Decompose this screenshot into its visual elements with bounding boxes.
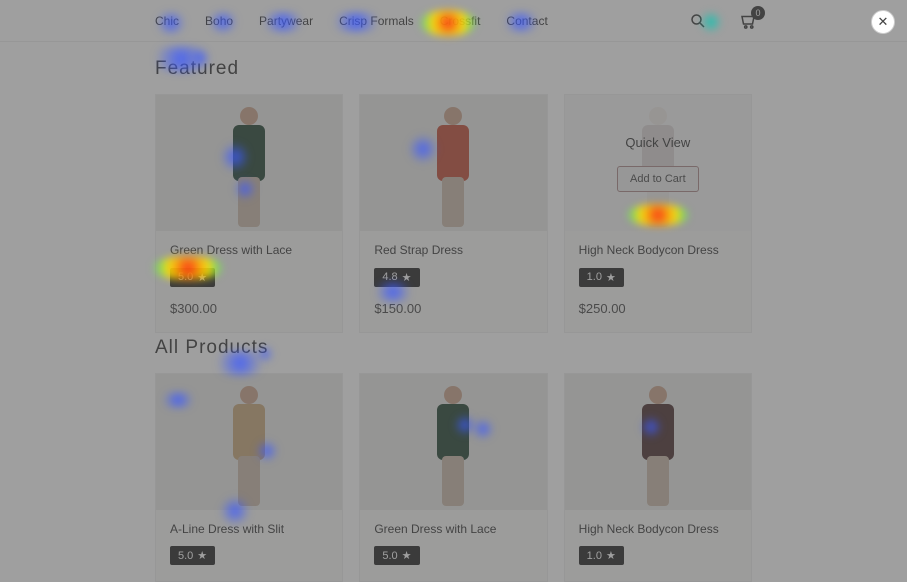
rating-value: 5.0 — [178, 550, 193, 562]
star-icon: ★ — [402, 549, 412, 562]
nav-boho[interactable]: Boho — [205, 14, 233, 28]
rating-value: 1.0 — [587, 550, 602, 562]
star-icon: ★ — [606, 271, 616, 284]
product-card[interactable]: High Neck Bodycon Dress 1.0 ★ — [564, 373, 752, 582]
all-products-heading: All Products — [155, 337, 752, 359]
cart-count-badge: 0 — [751, 6, 765, 20]
product-image — [360, 95, 546, 231]
star-icon: ★ — [402, 271, 412, 284]
product-image — [565, 374, 751, 510]
featured-heading: Featured — [155, 58, 752, 80]
product-card-body: A-Line Dress with Slit 5.0 ★ — [156, 510, 342, 582]
quick-view-label[interactable]: Quick View — [625, 135, 690, 150]
star-icon: ★ — [197, 549, 207, 562]
product-card-body: Red Strap Dress 4.8 ★ $150.00 — [360, 231, 546, 332]
product-title: A-Line Dress with Slit — [170, 522, 328, 536]
product-card[interactable]: A-Line Dress with Slit 5.0 ★ — [155, 373, 343, 582]
product-image: Quick View Add to Cart — [565, 95, 751, 231]
all-grid: A-Line Dress with Slit5.0★Green Dress wi… — [155, 373, 752, 582]
nav-crossfit[interactable]: Crossfit — [440, 14, 481, 28]
search-icon[interactable] — [689, 12, 707, 30]
product-image — [156, 95, 342, 231]
product-card[interactable]: Green Dress with Lace 5.0 ★ — [359, 373, 547, 582]
product-card-body: Green Dress with Lace 5.0 ★ — [360, 510, 546, 582]
product-title: High Neck Bodycon Dress — [579, 522, 737, 536]
featured-grid: Green Dress with Lace 5.0 ★ $300.00 Red Stra… — [155, 94, 752, 333]
star-icon: ★ — [606, 549, 616, 562]
nav-chic[interactable]: Chic — [155, 14, 179, 28]
rating-pill: 1.0 ★ — [579, 268, 624, 287]
star-icon: ★ — [197, 271, 207, 284]
nav-crisp-formals[interactable]: Crisp Formals — [339, 14, 414, 28]
product-price: $250.00 — [579, 301, 737, 316]
product-card[interactable]: Red Strap Dress 4.8 ★ $150.00 — [359, 94, 547, 333]
close-icon: ✕ — [878, 14, 889, 30]
product-image — [360, 374, 546, 510]
close-button[interactable]: ✕ — [871, 10, 895, 34]
rating-pill: 5.0 ★ — [170, 268, 215, 287]
rating-value: 5.0 — [178, 271, 193, 283]
nav-contact[interactable]: Contact — [506, 14, 547, 28]
product-title: Red Strap Dress — [374, 243, 532, 257]
nav-partywear[interactable]: Partywear — [259, 14, 313, 28]
product-title: Green Dress with Lace — [170, 243, 328, 257]
rating-pill: 1.0 ★ — [579, 546, 624, 565]
product-image — [156, 374, 342, 510]
product-price: $300.00 — [170, 301, 328, 316]
product-hover-overlay: Quick View Add to Cart — [565, 95, 751, 231]
product-card[interactable]: Green Dress with Lace 5.0 ★ $300.00 — [155, 94, 343, 333]
add-to-cart-button[interactable]: Add to Cart — [617, 166, 699, 192]
rating-value: 4.8 — [382, 271, 397, 283]
rating-pill: 5.0 ★ — [170, 546, 215, 565]
product-price: $150.00 — [374, 301, 532, 316]
cart-icon[interactable]: 0 — [739, 12, 757, 30]
rating-pill: 4.8 ★ — [374, 268, 419, 287]
rating-value: 5.0 — [382, 550, 397, 562]
product-card-body: High Neck Bodycon Dress 1.0 ★ $250.00 — [565, 231, 751, 332]
product-card-body: High Neck Bodycon Dress 1.0 ★ — [565, 510, 751, 582]
product-title: High Neck Bodycon Dress — [579, 243, 737, 257]
rating-value: 1.0 — [587, 271, 602, 283]
rating-pill: 5.0 ★ — [374, 546, 419, 565]
top-nav: Chic Boho Partywear Crisp Formals Crossf… — [0, 0, 907, 42]
product-card-body: Green Dress with Lace 5.0 ★ $300.00 — [156, 231, 342, 332]
product-title: Green Dress with Lace — [374, 522, 532, 536]
product-card[interactable]: Quick View Add to Cart High Neck Bodycon D… — [564, 94, 752, 333]
